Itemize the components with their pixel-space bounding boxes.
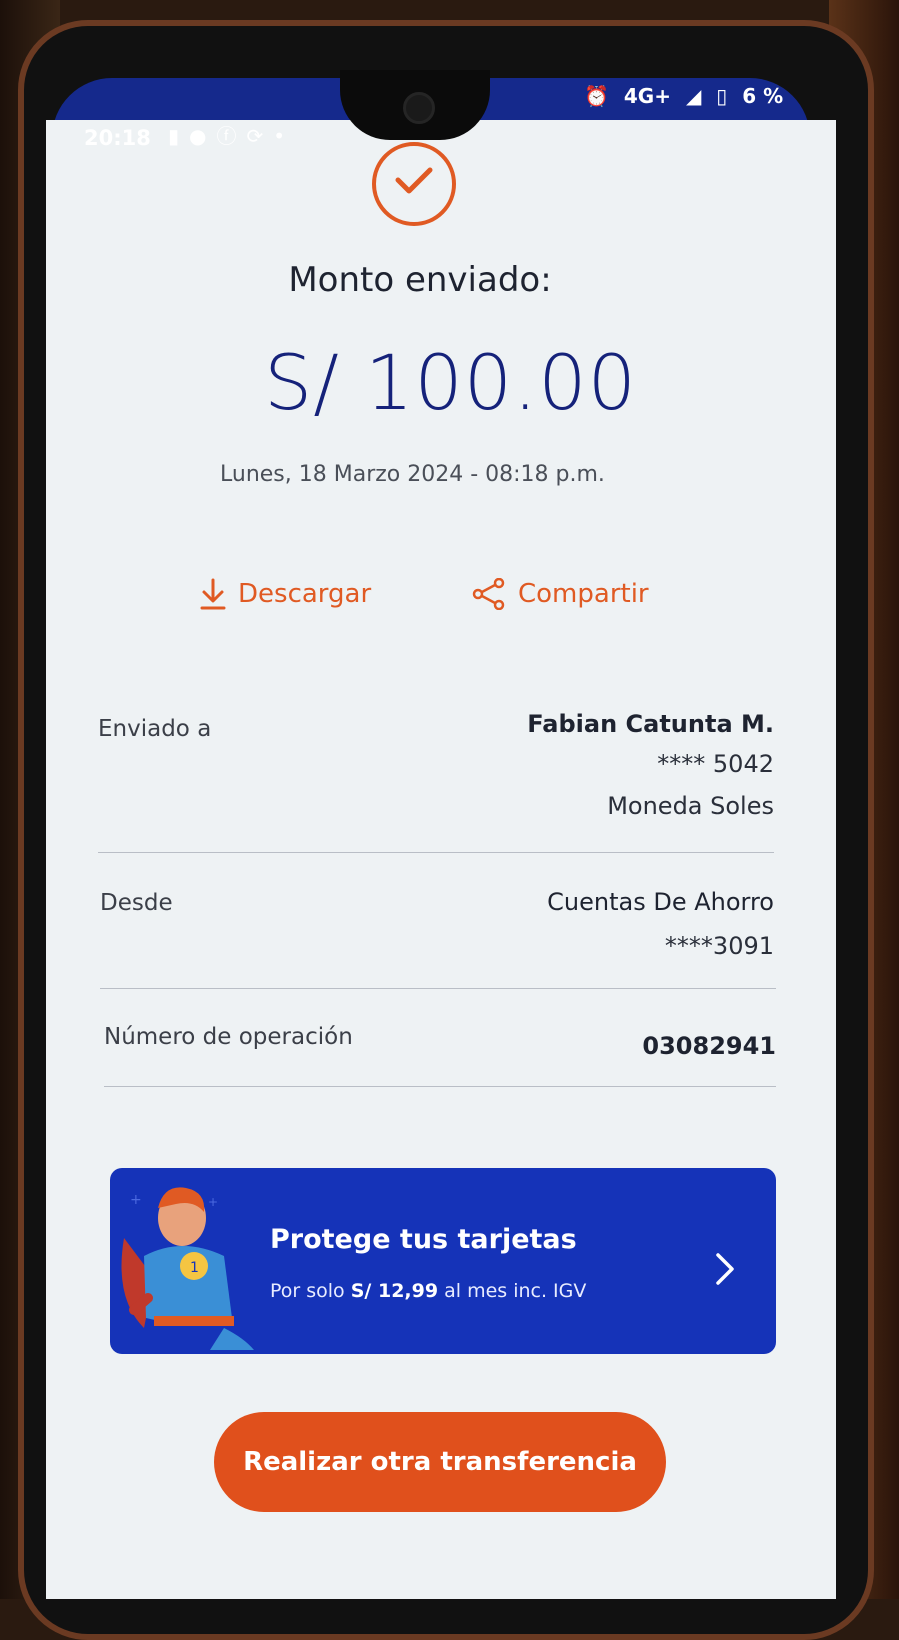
share-label: Compartir [518,579,649,609]
sync-icon: ⟳ [246,124,274,148]
chat-icon: ● [189,124,217,148]
success-check-icon [372,142,456,226]
alarm-icon: ⏰ [584,84,609,108]
chevron-right-icon [716,1253,734,1285]
svg-text:1: 1 [190,1260,199,1276]
superhero-illustration: 1 + + [121,1187,254,1350]
operation-label: Número de operación [104,1024,353,1050]
download-button[interactable]: Descargar [200,578,371,610]
battery-saver-icon: ▮ [168,124,190,148]
from-account-type: Cuentas De Ahorro [547,888,774,916]
amount-value: S/ 100.00 [264,338,637,427]
from-label: Desde [100,890,173,916]
status-right: ⏰ 4G+ ◢ ▯ 6 % [584,84,791,108]
sent-to-label: Enviado a [98,716,212,742]
operation-number: 03082941 [642,1032,776,1060]
download-label: Descargar [238,579,372,609]
notification-icons: ▮●ⓕ⟳• [168,120,295,149]
promo-subtitle: Por solo S/ 12,99 al mes inc. IGV [270,1280,587,1302]
front-camera [403,92,435,124]
divider [98,852,774,853]
share-button[interactable]: Compartir [472,578,649,610]
amount-sent-title: Monto enviado: [288,260,552,300]
from-account: ****3091 [664,932,774,960]
battery-label: 6 % [742,84,784,108]
recipient-account: **** 5042 [657,750,774,778]
network-label: 4G+ [623,84,671,108]
new-transfer-button[interactable]: Realizar otra transferencia [214,1412,666,1512]
promo-banner[interactable]: 1 + + Protege tus tarjetas Por solo S/ 1… [110,1168,776,1354]
transaction-datetime: Lunes, 18 Marzo 2024 - 08:18 p.m. [220,462,605,487]
divider [104,1086,776,1087]
share-icon [472,578,505,610]
recipient-name: Fabian Catunta M. [527,710,774,738]
divider [100,988,776,989]
facebook-icon: ⓕ [216,124,247,148]
signal-icon: ◢ [685,84,702,108]
battery-icon: ▯ [716,84,728,108]
promo-price: S/ 12,99 [350,1280,439,1302]
download-icon [200,578,226,610]
promo-title: Protege tus tarjetas [270,1224,577,1255]
svg-text:+: + [130,1192,142,1208]
recipient-currency: Moneda Soles [607,792,774,820]
status-time: 20:18 [84,126,151,150]
dot-icon: • [273,124,296,148]
svg-text:+: + [208,1195,218,1209]
